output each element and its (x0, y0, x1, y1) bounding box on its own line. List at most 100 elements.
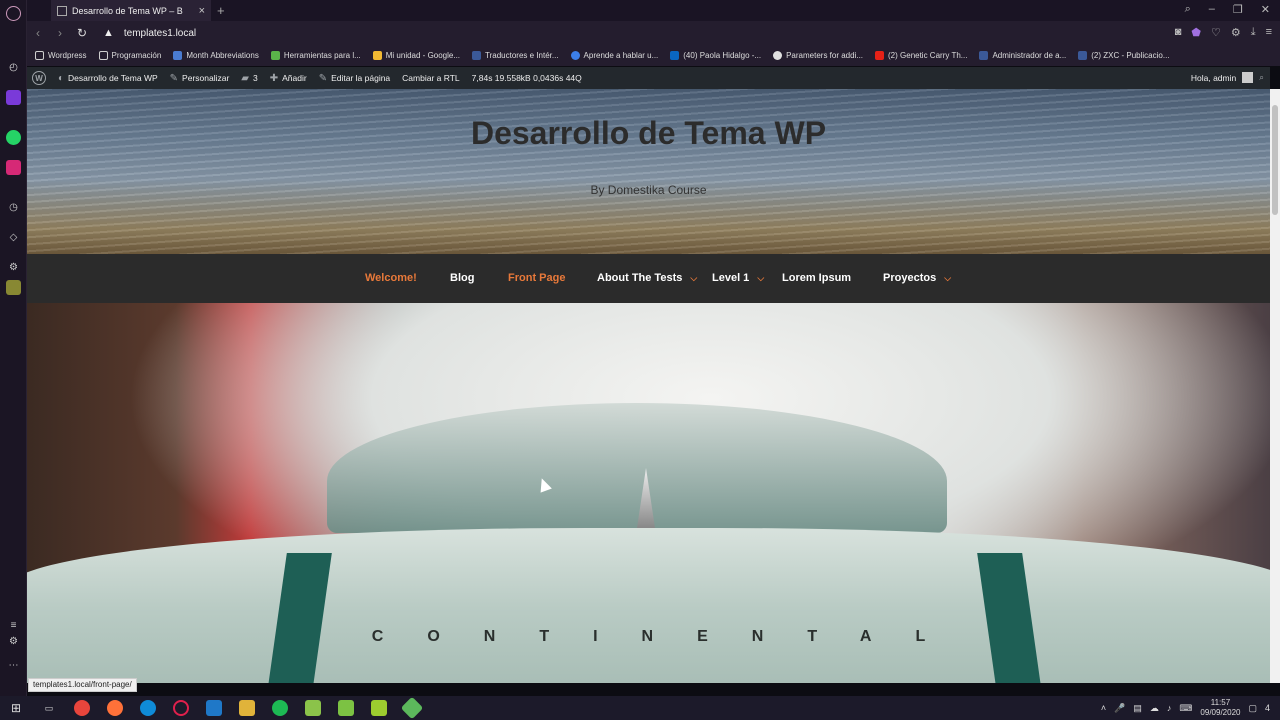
window-controls: ⌕ – ❐ ✕ (1185, 3, 1270, 16)
app-icon[interactable] (400, 696, 424, 720)
cube-icon[interactable]: ◇ (6, 230, 21, 245)
clock[interactable]: 11:57 09/09/2020 (1200, 698, 1240, 718)
clock-icon[interactable]: ◷ (6, 200, 21, 215)
bookmark-item[interactable]: Administrador de a... (979, 51, 1066, 60)
volume-icon[interactable]: ♪ (1167, 703, 1172, 713)
windows-start-icon[interactable]: ⊞ (8, 700, 24, 716)
nav-item-proyectos[interactable]: Proyectos ⌵ (883, 272, 951, 284)
spotify-icon[interactable] (272, 700, 288, 716)
wp-stats-label: 7,84s 19.558kB 0,0436s 44Q (471, 73, 582, 83)
opera-logo-icon[interactable] (6, 6, 21, 21)
wp-site-name[interactable]: ◐ Desarrollo de Tema WP (58, 73, 158, 84)
camera-icon[interactable]: ◙ (1175, 26, 1182, 39)
bookmark-label: Wordpress (48, 51, 87, 60)
youtube-icon (875, 51, 885, 60)
edge-icon[interactable] (140, 700, 156, 716)
bookmark-item[interactable]: Wordpress (35, 51, 87, 60)
restore-icon[interactable]: ❐ (1233, 3, 1243, 16)
wp-user-menu[interactable]: Hola, admin ⌕ (1191, 72, 1264, 83)
settings-icon[interactable]: ⚙ (1231, 26, 1241, 39)
bookmark-item[interactable]: (40) Paola Hidalgo -... (670, 51, 761, 60)
list-icon[interactable]: ≡ (6, 618, 21, 633)
new-tab-button[interactable]: + (217, 3, 225, 18)
whatsapp-icon[interactable] (6, 130, 21, 145)
nav-label: Front Page (508, 272, 566, 284)
nav-item-level-1[interactable]: Level 1 ⌵ (712, 272, 764, 284)
tab-close-icon[interactable]: × (199, 5, 205, 17)
tab-active[interactable]: Desarrollo de Tema WP – B × (51, 0, 211, 21)
tab-strip: Desarrollo de Tema WP – B × + ⌕ – ❐ ✕ (27, 0, 1280, 21)
nav-item-blog[interactable]: Blog (450, 272, 474, 284)
keyboard-icon[interactable]: ⌨ (1179, 703, 1192, 714)
bookmark-item[interactable]: Programación (98, 51, 161, 60)
not-secure-icon[interactable]: ▲ (103, 27, 114, 39)
bookmark-label: Traductores e Intér... (485, 51, 559, 60)
chrome-icon[interactable] (74, 700, 90, 716)
taskbar: ⊞ ▭ ˄ 🎤 ▤ ☁ ♪ ⌨ 11:57 09/09/2020 ▢ 4 (0, 696, 1280, 720)
task-view-icon[interactable]: ▭ (41, 700, 57, 716)
nav-label: About The Tests (597, 272, 683, 284)
history-icon[interactable]: ◴ (6, 60, 21, 75)
chevron-down-icon: ⌵ (944, 273, 952, 283)
app-icon[interactable] (305, 700, 321, 716)
heart-icon[interactable]: ♡ (1211, 26, 1221, 39)
wp-comments[interactable]: ▰ 3 (241, 73, 257, 84)
search-icon[interactable]: ⌕ (1259, 72, 1264, 83)
nav-label: Lorem Ipsum (782, 272, 852, 284)
bookmarks-bar: Wordpress Programación Month Abbreviatio… (27, 45, 1280, 66)
featured-image: CONTINENTAL (27, 303, 1270, 683)
nav-item-about-the-tests[interactable]: About The Tests ⌵ (597, 272, 697, 284)
search-tabs-icon[interactable]: ⌕ (1185, 3, 1191, 16)
clock-time: 11:57 (1210, 698, 1231, 707)
notifications-icon[interactable]: ▢ (1248, 703, 1257, 714)
back-icon[interactable]: ‹ (27, 26, 49, 40)
instagram-icon[interactable] (6, 160, 21, 175)
bookmark-item[interactable]: Parameters for addi... (773, 51, 863, 60)
bookmark-item[interactable]: Mi unidad - Google... (372, 51, 460, 60)
extension-icon[interactable] (6, 280, 21, 295)
more-icon[interactable]: ⋯ (6, 658, 21, 673)
app-icon[interactable] (371, 700, 387, 716)
vscode-icon[interactable] (206, 700, 222, 716)
app-icon[interactable] (338, 700, 354, 716)
vpn-icon[interactable]: ⬟ (1191, 26, 1201, 39)
bookmark-item[interactable]: Aprende a hablar u... (570, 51, 658, 60)
wp-customize[interactable]: ✎ Personalizar (170, 73, 230, 84)
bookmark-item[interactable]: (2) Genetic Carry Th... (875, 51, 967, 60)
wordpress-logo-icon[interactable]: W (32, 71, 46, 85)
messenger-icon[interactable] (6, 90, 21, 105)
bookmark-item[interactable]: Herramientas para l... (270, 51, 361, 60)
bookmark-item[interactable]: (2) ZXC - Publicacio... (1078, 51, 1170, 60)
url-field[interactable]: templates1.local (124, 28, 196, 39)
site-title[interactable]: Desarrollo de Tema WP (27, 115, 1270, 152)
firefox-icon[interactable] (107, 700, 123, 716)
reload-icon[interactable]: ↻ (71, 26, 93, 40)
microphone-icon[interactable]: 🎤 (1114, 703, 1125, 714)
nav-item-lorem-ipsum[interactable]: Lorem Ipsum (782, 272, 851, 284)
wp-switch-rtl[interactable]: Cambiar a RTL (402, 73, 459, 83)
download-icon[interactable]: ⤓ (1251, 26, 1256, 39)
close-window-icon[interactable]: ✕ (1261, 3, 1270, 16)
cloud-icon[interactable]: ☁ (1150, 703, 1159, 714)
page-scrollbar[interactable] (1270, 89, 1280, 683)
opera-icon[interactable] (173, 700, 189, 716)
nav-label: Proyectos (883, 272, 937, 284)
bookmark-item[interactable]: Month Abbreviations (173, 51, 259, 60)
chevron-up-icon[interactable]: ˄ (1101, 703, 1106, 713)
nav-item-front-page[interactable]: Front Page (508, 272, 565, 284)
file-explorer-icon[interactable] (239, 700, 255, 716)
menu-icon[interactable]: ≡ (1266, 26, 1272, 39)
network-icon[interactable]: ▤ (1133, 703, 1142, 714)
settings-small-icon[interactable]: ⚙ (6, 634, 21, 649)
minimize-icon[interactable]: – (1209, 3, 1215, 16)
wp-edit-page[interactable]: ✎ Editar la página (319, 73, 390, 84)
wp-add-new[interactable]: ✚ Añadir (270, 73, 307, 84)
wp-query-stats[interactable]: 7,84s 19.558kB 0,0436s 44Q (472, 73, 582, 83)
bookmark-label: (2) Genetic Carry Th... (888, 51, 968, 60)
scrollbar-thumb[interactable] (1272, 105, 1278, 215)
forward-icon[interactable]: › (49, 26, 71, 40)
bookmark-item[interactable]: Traductores e Intér... (472, 51, 559, 60)
settings-icon[interactable]: ⚙ (6, 260, 21, 275)
nav-item-welcome[interactable]: Welcome! (365, 272, 417, 284)
chevron-down-icon: ⌵ (757, 273, 765, 283)
